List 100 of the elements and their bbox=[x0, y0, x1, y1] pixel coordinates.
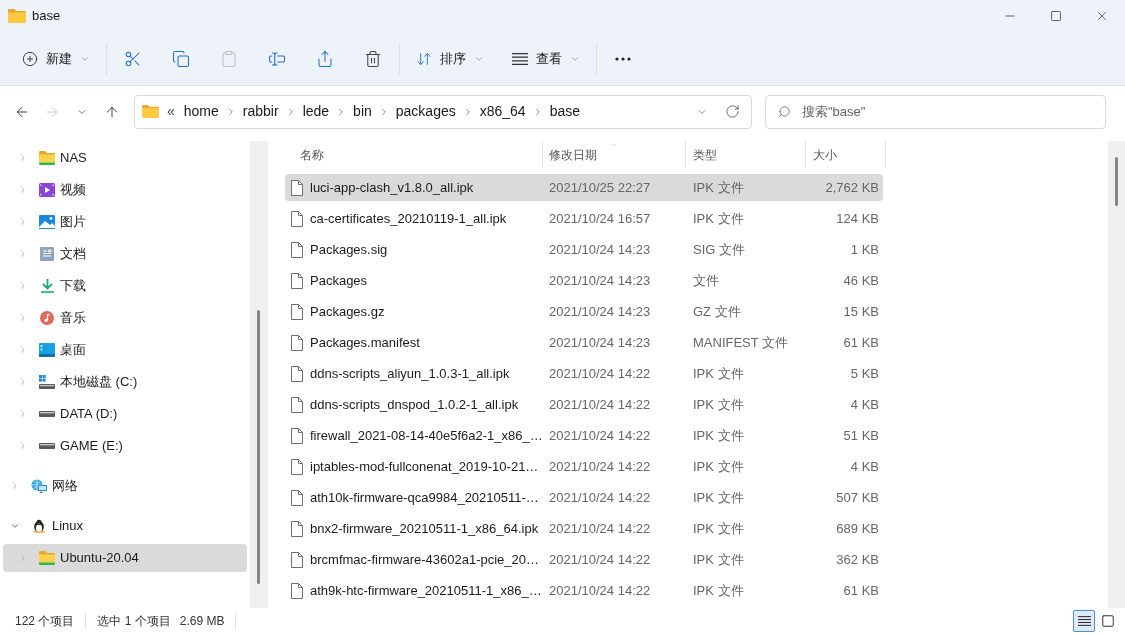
file-size: 507 KB bbox=[835, 488, 880, 507]
lines-icon bbox=[512, 52, 528, 65]
nav-item[interactable]: Ubuntu-20.04 bbox=[3, 544, 247, 572]
nav-item[interactable]: 桌面 bbox=[3, 336, 247, 364]
scrollbar-thumb[interactable] bbox=[1115, 157, 1118, 206]
nav-item[interactable]: Linux bbox=[3, 512, 247, 540]
file-row[interactable]: ddns-scripts_dnspod_1.0.2-1_all.ipk 2021/10/24 14:22 IPK 文件 4 KB bbox=[285, 391, 883, 418]
folder-icon bbox=[8, 9, 26, 23]
chevron-right-icon[interactable] bbox=[18, 217, 28, 227]
chevron-right-icon[interactable] bbox=[18, 441, 28, 451]
breadcrumb-item[interactable]: lede bbox=[297, 101, 335, 122]
file-type: IPK 文件 bbox=[692, 209, 745, 228]
file-type: SIG 文件 bbox=[692, 240, 746, 259]
overflow-button[interactable]: « bbox=[163, 101, 179, 122]
chevron-right-icon[interactable] bbox=[18, 153, 28, 163]
window-title: base bbox=[32, 7, 61, 26]
modified-date: 2021/10/24 14:23 bbox=[548, 333, 652, 352]
file-row[interactable]: Packages.sig 2021/10/24 14:23 SIG 文件 1 KB bbox=[285, 236, 883, 263]
column-header[interactable]: 类型 bbox=[686, 141, 806, 168]
nav-item[interactable]: 本地磁盘 (C:) bbox=[3, 368, 247, 396]
chevron-right-icon[interactable] bbox=[18, 377, 28, 387]
chevron-right-icon[interactable] bbox=[18, 553, 28, 563]
scissors-icon bbox=[124, 49, 142, 68]
search-field[interactable]: 搜索"base" bbox=[765, 94, 1106, 129]
file-name: iptables-mod-fullconenat_2019-10-21… bbox=[310, 457, 539, 476]
details-view-button[interactable] bbox=[1073, 610, 1095, 632]
file-row[interactable]: firewall_2021-08-14-40e5f6a2-1_x86_… 2021/10/24 14:22 IPK 文件 51 KB bbox=[285, 422, 883, 449]
breadcrumb-item[interactable]: bin bbox=[348, 101, 377, 122]
modified-date: 2021/10/24 14:22 bbox=[548, 457, 652, 476]
file-name: firewall_2021-08-14-40e5f6a2-1_x86_… bbox=[310, 426, 543, 445]
file-size: 51 KB bbox=[842, 426, 880, 445]
item-count: 122 个项目 bbox=[15, 613, 75, 630]
nav-item[interactable]: 音乐 bbox=[3, 304, 247, 332]
file-row[interactable]: ath9k-htc-firmware_20210511-1_x86_… 2021/10/24 14:22 IPK 文件 61 KB bbox=[285, 577, 883, 604]
nav-item-label: 音乐 bbox=[60, 309, 86, 328]
modified-date: 2021/10/24 14:22 bbox=[548, 550, 652, 569]
maximize-icon bbox=[1050, 10, 1062, 22]
breadcrumb-item[interactable]: rabbir bbox=[237, 101, 284, 122]
file-row[interactable]: Packages.gz 2021/10/24 14:23 GZ 文件 15 KB bbox=[285, 298, 883, 325]
file-row[interactable]: ddns-scripts_aliyun_1.0.3-1_all.ipk 2021/10/24 14:22 IPK 文件 5 KB bbox=[285, 360, 883, 387]
column-header[interactable]: 修改日期 bbox=[543, 141, 686, 168]
file-name: ca-certificates_20210119-1_all.ipk bbox=[310, 209, 507, 228]
file-size: 5 KB bbox=[849, 364, 880, 383]
column-header[interactable]: 名称 bbox=[285, 141, 543, 168]
file-row[interactable]: brcmfmac-firmware-43602a1-pcie_20… 2021/10/24 14:22 IPK 文件 362 KB bbox=[285, 546, 883, 573]
nav-item[interactable]: DATA (D:) bbox=[3, 400, 247, 428]
file-icon bbox=[291, 582, 303, 599]
sort-caret-icon bbox=[609, 142, 619, 148]
sort-button[interactable]: 排序 bbox=[406, 40, 494, 77]
nav-item[interactable]: 文档 bbox=[3, 240, 247, 268]
nav-item-label: Linux bbox=[52, 517, 84, 536]
file-row[interactable]: luci-app-clash_v1.8.0_all.ipk 2021/10/25 22:27 IPK 文件 2,762 KB bbox=[285, 174, 883, 201]
breadcrumb-item[interactable]: home bbox=[178, 101, 224, 122]
selection-size: 2.69 MB bbox=[179, 613, 225, 630]
breadcrumb-item[interactable]: base bbox=[544, 101, 585, 122]
chevron-right-icon[interactable] bbox=[18, 409, 28, 419]
plus-circle-icon bbox=[22, 50, 38, 67]
file-row[interactable]: Packages.manifest 2021/10/24 14:23 MANIFEST 文件 61 KB bbox=[285, 329, 883, 356]
chevron-right-icon[interactable] bbox=[10, 481, 20, 491]
column-header[interactable]: 大小 bbox=[806, 141, 886, 168]
file-row[interactable]: bnx2-firmware_20210511-1_x86_64.ipk 2021/10/24 14:22 IPK 文件 689 KB bbox=[285, 515, 883, 542]
modified-date: 2021/10/24 16:57 bbox=[548, 209, 652, 228]
view-button[interactable]: 查看 bbox=[502, 40, 590, 77]
nav-item-label: 视频 bbox=[60, 181, 86, 200]
new-button[interactable]: 新建 bbox=[12, 40, 100, 77]
music-note-icon bbox=[40, 311, 54, 325]
nav-item[interactable]: 下载 bbox=[3, 272, 247, 300]
chevron-right-icon[interactable] bbox=[18, 281, 28, 291]
breadcrumb-item[interactable]: packages bbox=[390, 101, 461, 122]
folder-icon bbox=[39, 151, 55, 165]
file-row[interactable]: iptables-mod-fullconenat_2019-10-21… 2021/10/24 14:22 IPK 文件 4 KB bbox=[285, 453, 883, 480]
file-row[interactable]: ath10k-firmware-qca9984_20210511-… 2021/10/24 14:22 IPK 文件 507 KB bbox=[285, 484, 883, 511]
file-name: brcmfmac-firmware-43602a1-pcie_20… bbox=[310, 550, 540, 569]
folder-icon bbox=[39, 551, 55, 565]
network-globe-icon bbox=[31, 479, 47, 493]
scrollbar-thumb[interactable] bbox=[257, 310, 260, 584]
file-row[interactable]: Packages 2021/10/24 14:23 文件 46 KB bbox=[285, 267, 883, 294]
nav-item[interactable]: 图片 bbox=[3, 208, 247, 236]
chevron-right-icon[interactable] bbox=[18, 345, 28, 355]
windows-drive-icon bbox=[39, 375, 55, 389]
details-list-icon bbox=[1077, 616, 1091, 626]
nav-item[interactable]: NAS bbox=[3, 144, 247, 172]
chevron-right-icon[interactable] bbox=[18, 185, 28, 195]
file-icon bbox=[291, 210, 303, 227]
chevron-down-icon[interactable] bbox=[10, 521, 20, 531]
text-cursor-icon bbox=[268, 49, 286, 68]
breadcrumb-item[interactable]: x86_64 bbox=[474, 101, 531, 122]
chevron-right-icon[interactable] bbox=[18, 313, 28, 323]
address-bar[interactable]: « home rabbir lede bin packages x86_64 base bbox=[134, 94, 752, 129]
nav-item[interactable]: GAME (E:) bbox=[3, 432, 247, 460]
modified-date: 2021/10/24 14:23 bbox=[548, 240, 652, 259]
document-icon bbox=[40, 247, 54, 261]
file-row[interactable]: ca-certificates_20210119-1_all.ipk 2021/10/24 16:57 IPK 文件 124 KB bbox=[285, 205, 883, 232]
more-icon bbox=[615, 56, 631, 61]
nav-item[interactable]: 网络 bbox=[3, 472, 247, 500]
nav-item-label: NAS bbox=[60, 149, 87, 168]
file-name: ath9k-htc-firmware_20210511-1_x86_… bbox=[310, 581, 542, 600]
search-icon bbox=[777, 104, 791, 119]
nav-item[interactable]: 视频 bbox=[3, 176, 247, 204]
chevron-right-icon[interactable] bbox=[18, 249, 28, 259]
